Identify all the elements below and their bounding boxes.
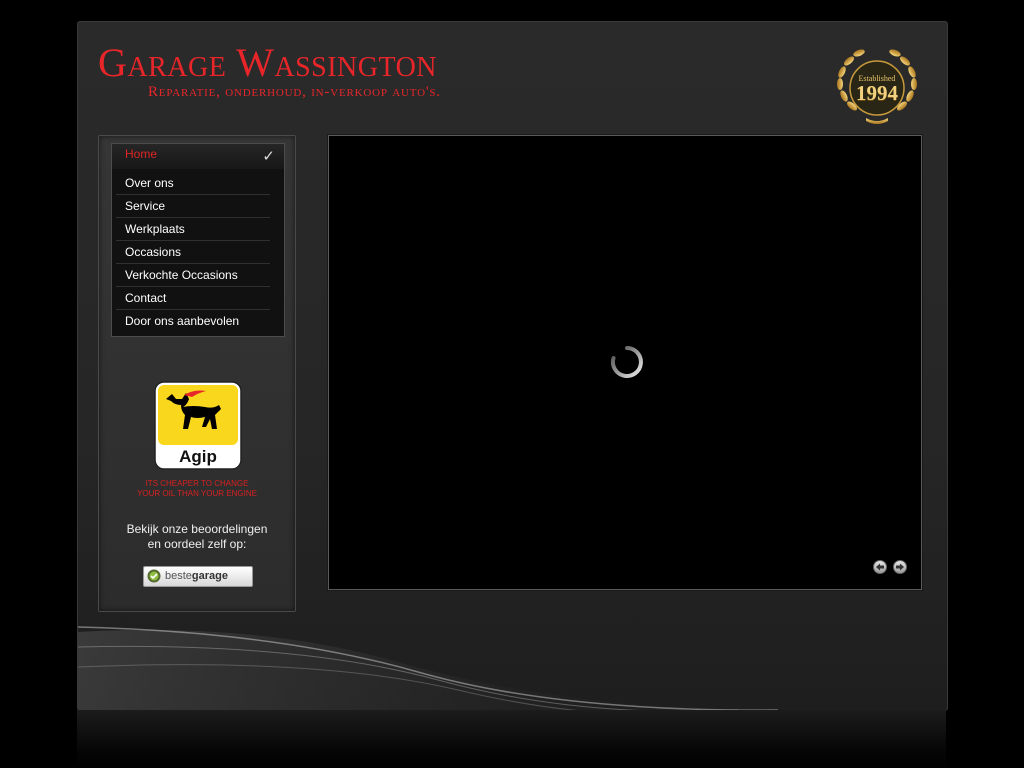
page-reflection xyxy=(77,710,946,768)
reviews-line-2: en oordeel zelf op: xyxy=(147,537,247,551)
badge-year: 1994 xyxy=(856,81,898,105)
bestegarage-logo-icon xyxy=(147,569,161,583)
reviews-line-1: Bekijk onze beoordelingen xyxy=(126,522,268,536)
menu-item-verkochte-occasions[interactable]: Verkochte Occasions xyxy=(112,264,284,287)
menu-item-label: Service xyxy=(125,199,166,213)
bestegarage-button[interactable]: bestegarage xyxy=(143,566,253,587)
menu-item-label: Contact xyxy=(125,291,167,305)
loading-spinner-icon xyxy=(610,346,643,378)
menu-item-label: Occasions xyxy=(125,245,182,259)
menu-item-label: Door ons aanbevolen xyxy=(125,314,240,328)
bestegarage-suffix: garage xyxy=(191,570,228,582)
page-container: Garage Wassington Reparatie, onderhoud, … xyxy=(77,21,948,711)
bestegarage-prefix: beste xyxy=(165,570,192,582)
agip-logo-text: Agip xyxy=(179,447,217,466)
menu-item-service[interactable]: Service xyxy=(112,195,284,218)
menu-item-label: Home xyxy=(125,147,158,161)
slideshow-prev-button[interactable] xyxy=(873,560,887,574)
menu-item-over-ons[interactable]: Over ons xyxy=(112,172,284,195)
slideshow-next-button[interactable] xyxy=(893,560,907,574)
menu-item-label: Verkochte Occasions xyxy=(125,268,238,282)
sidebar: Home ✓ Over ons Service Werkplaats Occas… xyxy=(98,135,296,612)
menu-item-label: Over ons xyxy=(125,176,174,190)
main-menu: Home ✓ Over ons Service Werkplaats Occas… xyxy=(111,143,285,337)
reviews-text: Bekijk onze beoordelingen en oordeel zel… xyxy=(99,522,295,552)
agip-logo[interactable]: Agip xyxy=(154,381,242,470)
checkmark-icon: ✓ xyxy=(262,148,275,165)
slogan-line-2: YOUR OIL THAN YOUR ENGINE xyxy=(137,489,257,498)
agip-dog-icon: Agip xyxy=(154,381,242,470)
menu-item-label: Werkplaats xyxy=(125,222,185,236)
menu-item-occasions[interactable]: Occasions xyxy=(112,241,284,264)
menu-item-contact[interactable]: Contact xyxy=(112,287,284,310)
site-title[interactable]: Garage Wassington xyxy=(98,42,437,84)
image-slideshow[interactable] xyxy=(328,135,922,590)
arrow-right-icon xyxy=(896,563,904,571)
bestegarage-label: bestegarage xyxy=(165,567,228,586)
agip-slogan: ITS CHEAPER TO CHANGE YOUR OIL THAN YOUR… xyxy=(99,479,295,499)
slogan-line-1: ITS CHEAPER TO CHANGE xyxy=(145,479,249,488)
menu-item-door-ons-aanbevolen[interactable]: Door ons aanbevolen xyxy=(112,310,284,333)
established-badge: Established 1994 xyxy=(830,44,924,128)
decorative-wave xyxy=(78,626,778,710)
menu-item-home[interactable]: Home ✓ xyxy=(112,144,284,169)
arrow-left-icon xyxy=(876,563,884,571)
site-subtitle: Reparatie, onderhoud, in-verkoop auto's. xyxy=(148,84,441,100)
menu-item-werkplaats[interactable]: Werkplaats xyxy=(112,218,284,241)
